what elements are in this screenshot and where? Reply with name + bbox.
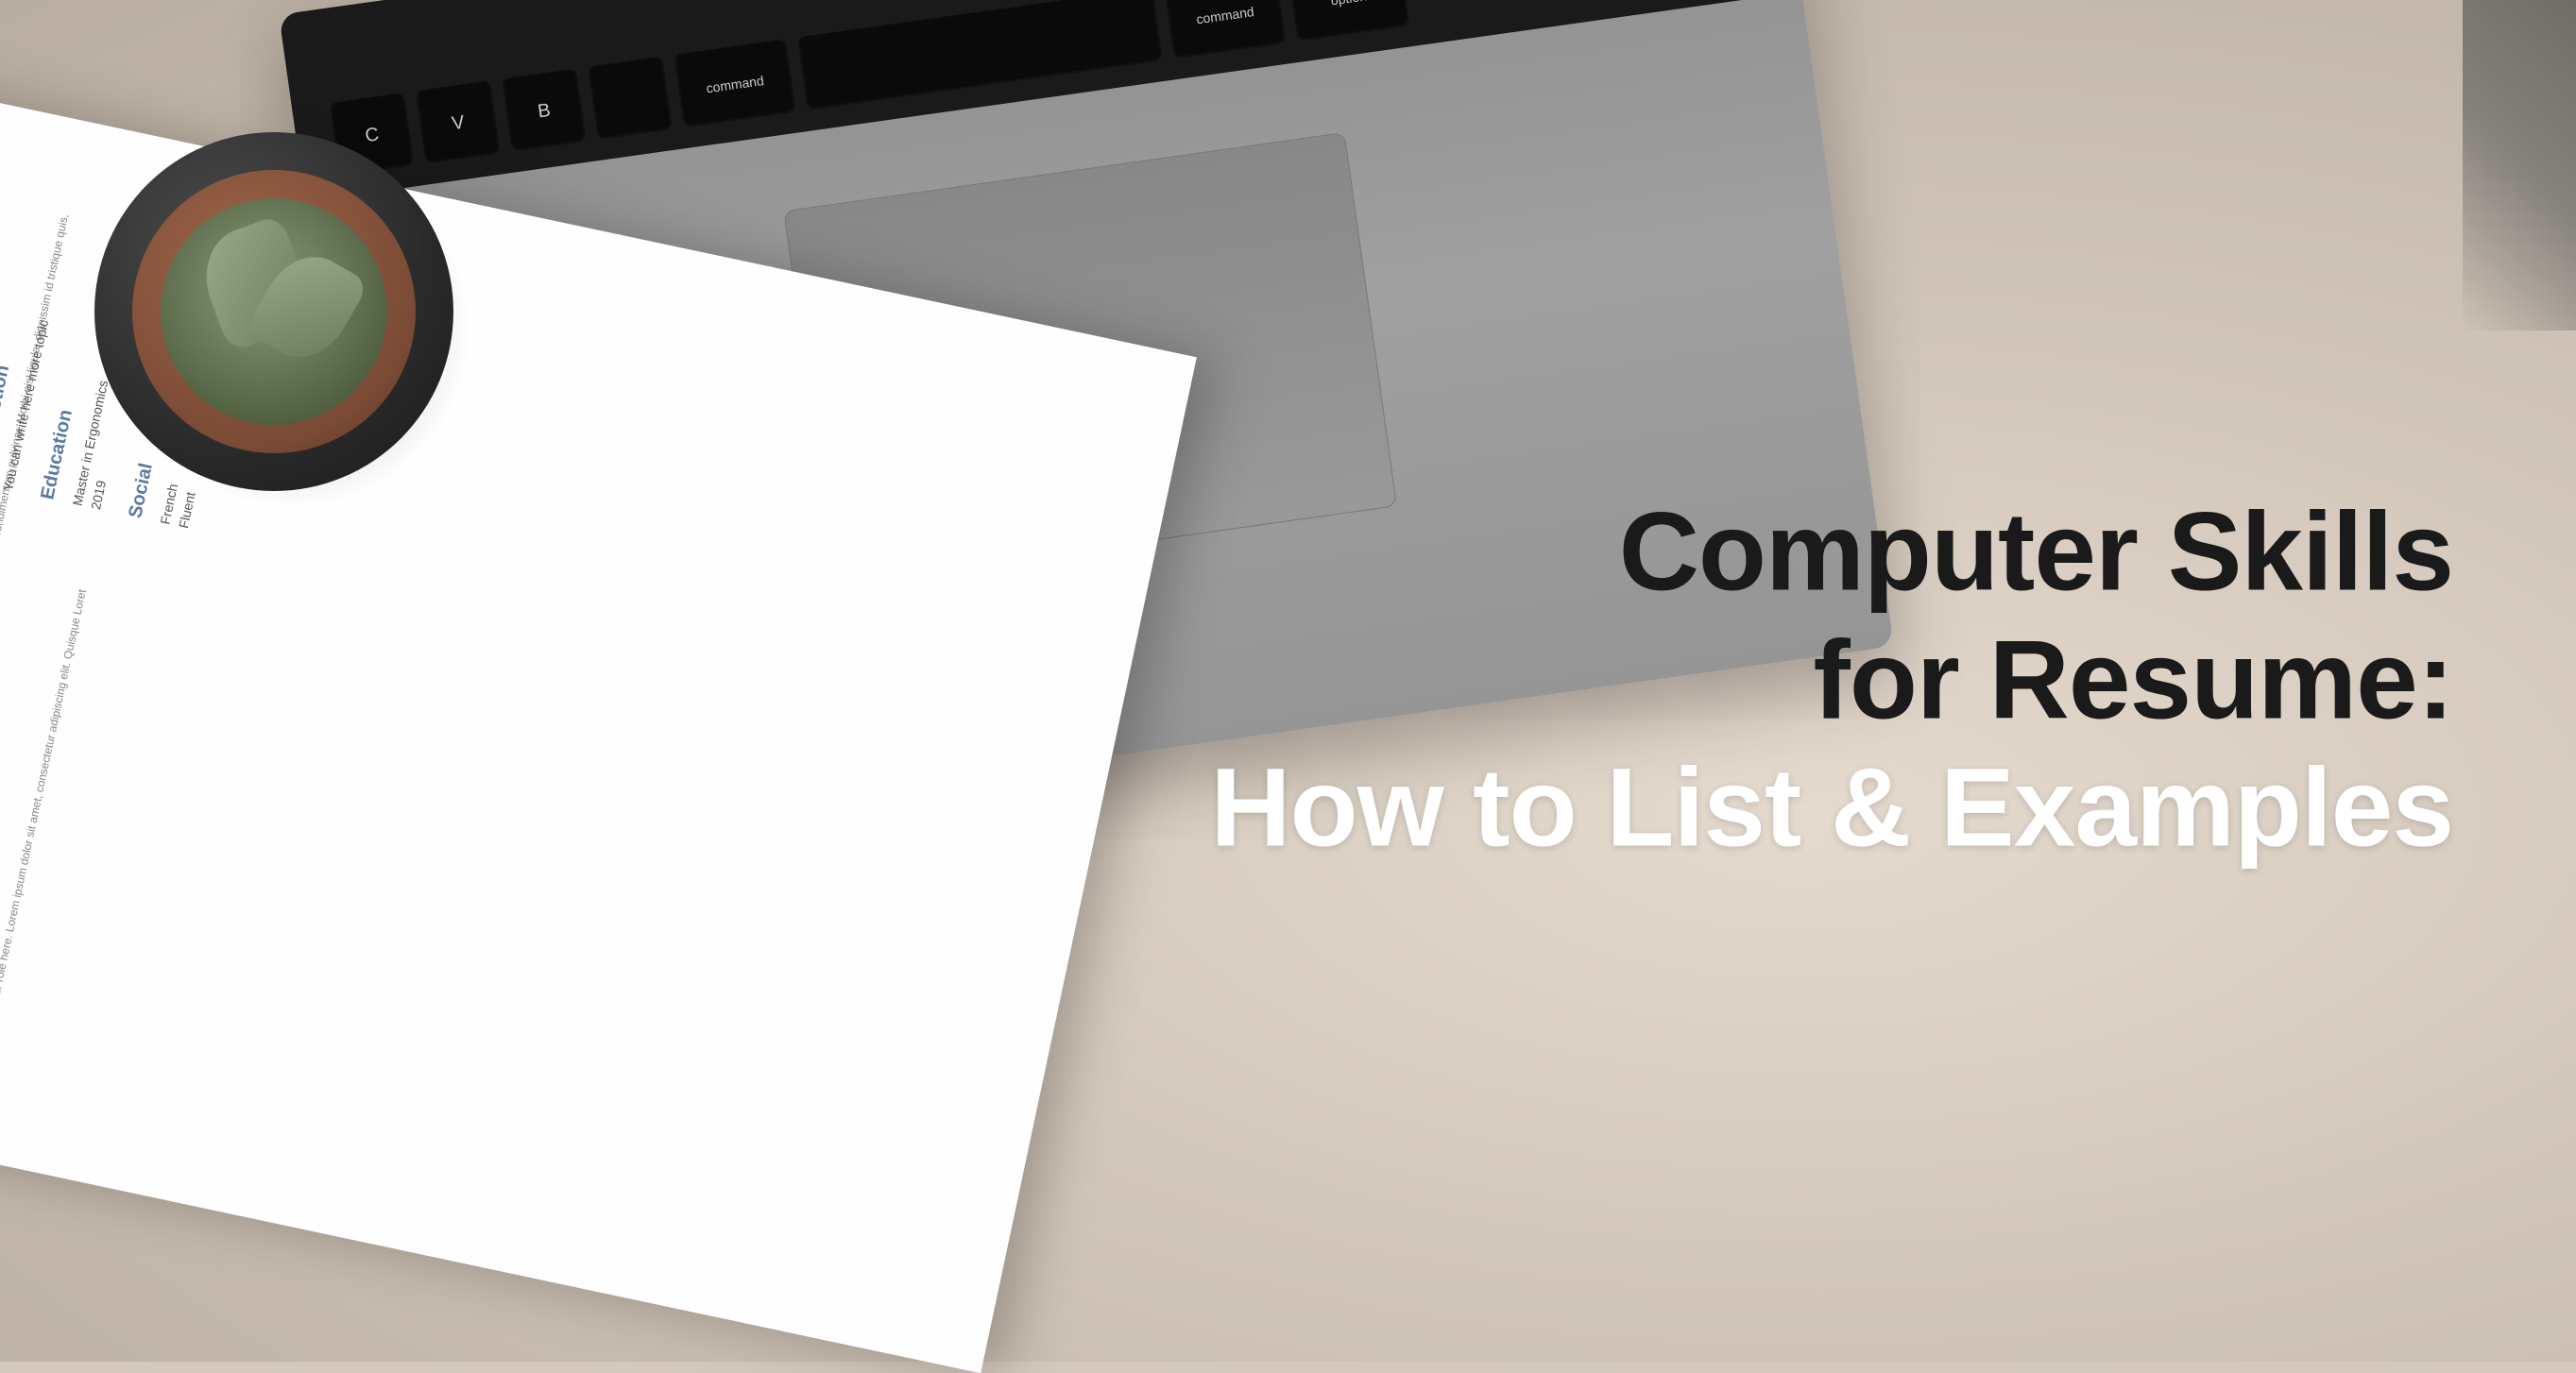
succulent-leaves: [161, 198, 387, 425]
title-line-2: How to List & Examples: [1210, 745, 2453, 873]
laptop-keyboard: C V B command command option: [279, 0, 1801, 202]
key-command: command: [674, 39, 796, 129]
dark-fabric-edge: [2463, 0, 2576, 331]
key-blank: [588, 57, 673, 142]
title-line-1a: Computer Skills: [1210, 488, 2453, 617]
key-command-right: command: [1164, 0, 1287, 60]
title-overlay: Computer Skills for Resume: How to List …: [1210, 488, 2453, 873]
succulent-plant: [94, 132, 472, 510]
key-option: option: [1288, 0, 1410, 43]
key-spacebar: [797, 0, 1163, 112]
title-line-1b: for Resume:: [1210, 617, 2453, 745]
hero-image-scene: C V B command command option John Doe Jo…: [0, 0, 2576, 1362]
key-b: B: [502, 68, 587, 153]
